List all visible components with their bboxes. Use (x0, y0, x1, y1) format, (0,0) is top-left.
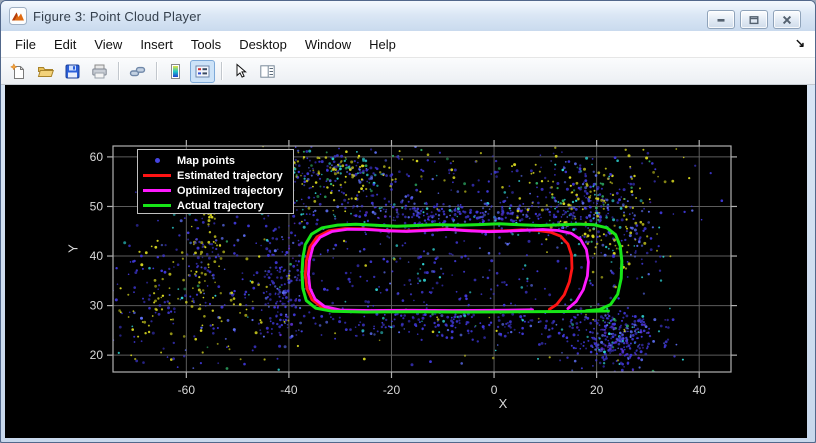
matlab-figure-icon (9, 7, 27, 25)
legend-entry-map-points: Map points (142, 153, 289, 168)
toolbar-separator (118, 62, 119, 80)
svg-text:-60: -60 (178, 383, 196, 397)
legend-entry-estimated: Estimated trajectory (142, 168, 289, 183)
legend-entry-actual: Actual trajectory (142, 198, 289, 213)
restore-icon (748, 14, 760, 26)
plot-browser-icon (259, 63, 276, 80)
new-figure-button[interactable] (6, 60, 31, 83)
insert-colorbar-button[interactable] (163, 60, 188, 83)
map-points-marker-icon (142, 158, 172, 163)
estimated-line-icon (142, 174, 172, 177)
close-icon (781, 14, 793, 26)
svg-text:20: 20 (90, 348, 104, 362)
window-controls (707, 10, 801, 29)
pointer-arrow-icon (232, 63, 249, 80)
open-folder-icon (37, 63, 54, 80)
save-figure-button[interactable] (60, 60, 85, 83)
svg-text:-20: -20 (383, 383, 401, 397)
restore-button[interactable] (740, 10, 768, 29)
menu-view[interactable]: View (85, 33, 131, 56)
window-title: Figure 3: Point Cloud Player (33, 9, 201, 24)
window-border-bottom (1, 438, 815, 443)
svg-text:60: 60 (90, 150, 104, 164)
y-axis-label: Y (66, 237, 81, 261)
close-button[interactable] (773, 10, 801, 29)
svg-text:-40: -40 (280, 383, 298, 397)
insert-legend-button[interactable] (190, 60, 215, 83)
menu-desktop[interactable]: Desktop (230, 33, 296, 56)
menu-file[interactable]: File (6, 33, 45, 56)
svg-text:0: 0 (491, 383, 498, 397)
dock-figure-arrow-icon[interactable]: ↘ (795, 36, 805, 50)
edit-plot-button[interactable] (228, 60, 253, 83)
menu-tools[interactable]: Tools (182, 33, 230, 56)
colorbar-icon (167, 63, 184, 80)
minimize-button[interactable] (707, 10, 735, 29)
svg-text:20: 20 (590, 383, 604, 397)
legend[interactable]: Map points Estimated trajectory Optimize… (137, 149, 294, 214)
link-plot-button[interactable] (125, 60, 150, 83)
figure-window: Figure 3: Point Cloud Player File Edit V… (0, 0, 816, 443)
svg-text:40: 40 (90, 249, 104, 263)
save-floppy-icon (64, 63, 81, 80)
toolbar-separator (156, 62, 157, 80)
menu-edit[interactable]: Edit (45, 33, 85, 56)
svg-text:50: 50 (90, 199, 104, 213)
link-chain-icon (129, 63, 146, 80)
plot-area[interactable]: -60 -40 -20 0 20 40 20 30 40 50 60 (5, 85, 809, 438)
toolbar-separator (221, 62, 222, 80)
optimized-line-icon (142, 189, 172, 192)
actual-line-icon (142, 204, 172, 207)
new-figure-icon (10, 63, 27, 80)
open-file-button[interactable] (33, 60, 58, 83)
minimize-icon (715, 14, 727, 26)
svg-text:30: 30 (90, 299, 104, 313)
legend-entry-optimized: Optimized trajectory (142, 183, 289, 198)
menu-help[interactable]: Help (360, 33, 405, 56)
svg-text:40: 40 (693, 383, 707, 397)
x-axis-label: X (491, 396, 515, 411)
print-figure-button[interactable] (87, 60, 112, 83)
printer-icon (91, 63, 108, 80)
title-bar[interactable]: Figure 3: Point Cloud Player (1, 1, 815, 31)
menu-window[interactable]: Window (296, 33, 360, 56)
figure-canvas[interactable]: -60 -40 -20 0 20 40 20 30 40 50 60 X Y Map points … (5, 85, 807, 438)
legend-icon (194, 63, 211, 80)
menu-insert[interactable]: Insert (131, 33, 182, 56)
figure-toolbar (1, 58, 815, 85)
plot-browser-button[interactable] (255, 60, 280, 83)
menu-bar: File Edit View Insert Tools Desktop Wind… (1, 31, 815, 58)
